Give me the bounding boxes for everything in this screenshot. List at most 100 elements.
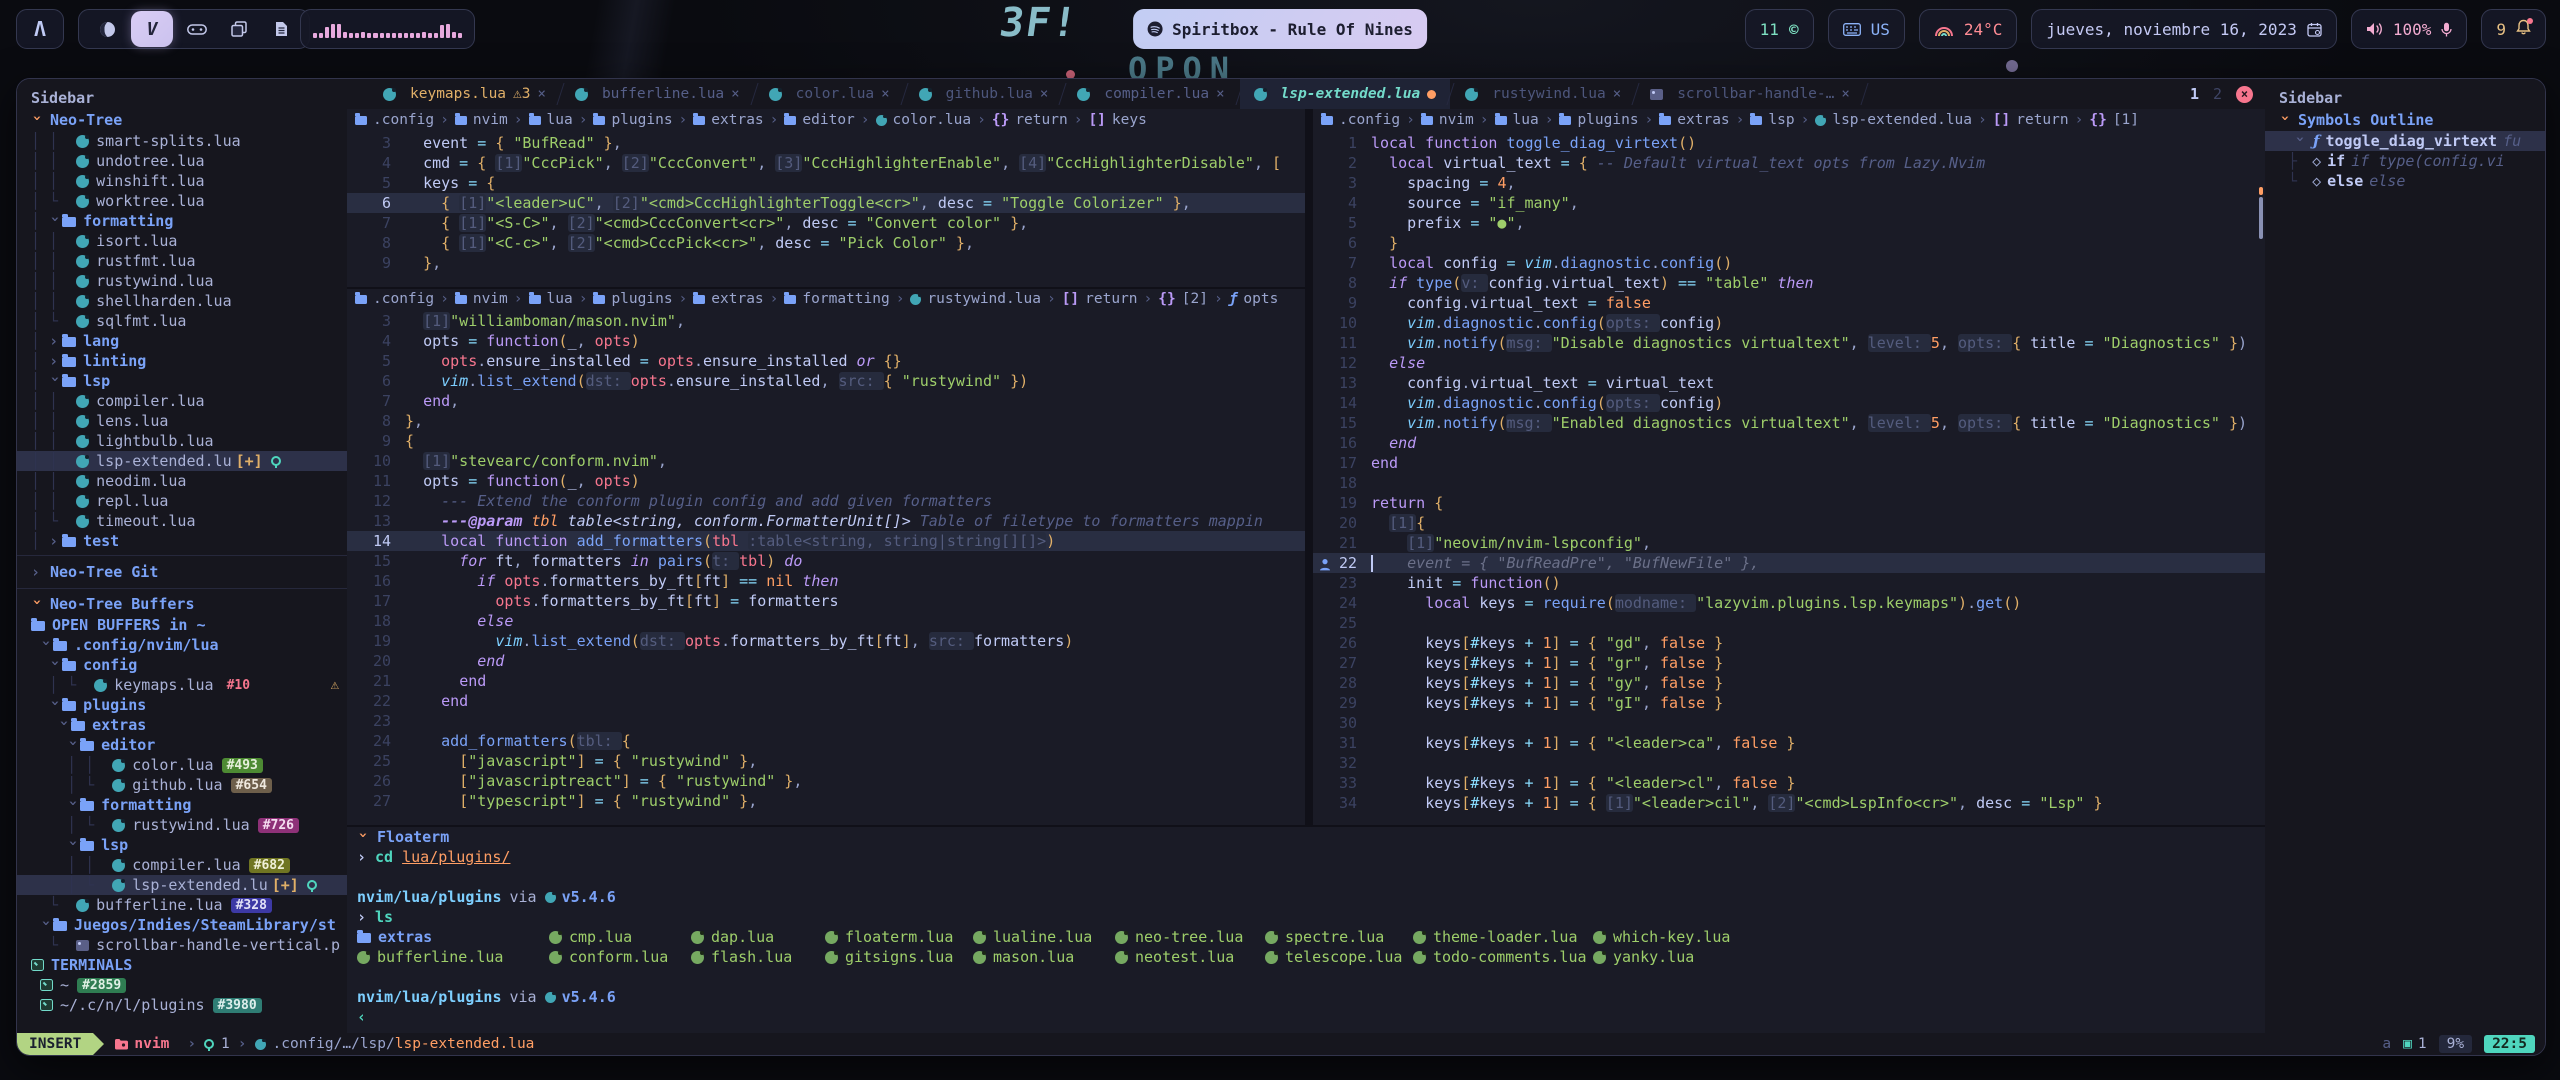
code-line[interactable]: 26 keys[#keys + 1] = { "gd", false } [1313,633,2265,653]
tab-keymaps-lua[interactable]: keymaps.lua⚠3× [369,79,560,109]
breadcrumb-item[interactable]: plugins [611,112,672,128]
workspace-firefox[interactable] [89,13,125,45]
tree-item[interactable]: │ └ rustywind.lua#726 [17,815,347,835]
breadcrumb-item[interactable]: lsp-extended.lua [1832,112,1972,128]
media-player-widget[interactable]: Spiritbox - Rule Of Nines [1133,9,1427,49]
code-line[interactable]: 22 event = { "BufReadPre", "BufNewFile" … [1313,553,2265,573]
breadcrumb-item[interactable]: lua [547,291,573,307]
tab-page-other[interactable]: 2 [2213,85,2222,103]
code-line[interactable]: 33 keys[#keys + 1] = { "<leader>cl", fal… [1313,773,2265,793]
code-line[interactable]: 2 local virtual_text = { -- Default virt… [1313,153,2265,173]
tree-item[interactable]: │ │ winshift.lua [17,171,347,191]
code-line[interactable]: 23 init = function() [1313,573,2265,593]
breadcrumb-item[interactable]: nvim [1439,112,1474,128]
code-line[interactable]: 5 opts.ensure_installed = opts.ensure_in… [347,351,1305,371]
breadcrumb-item[interactable]: plugins [1577,112,1638,128]
breadcrumb-item[interactable]: .config [1339,112,1400,128]
breadcrumb-item[interactable]: lsp [1768,112,1794,128]
breadcrumb-item[interactable]: extras [1677,112,1729,128]
breadcrumb-item[interactable]: keys [1112,112,1147,128]
code-line[interactable]: 6 } [1313,233,2265,253]
breadcrumb-item[interactable]: .config [373,112,434,128]
code-line[interactable]: 8}, [347,411,1305,431]
tree-item[interactable]: │ ›lang [17,331,347,351]
code-line[interactable]: 30 [1313,713,2265,733]
ls-entry[interactable]: floaterm.lua [825,928,973,946]
code-line[interactable]: 3 event = { "BufRead" }, [347,133,1305,153]
tree-item[interactable]: │ │ lightbulb.lua [17,431,347,451]
breadcrumb-item[interactable]: extras [711,112,763,128]
breadcrumb-item[interactable]: return [1015,112,1067,128]
tab-compiler-lua[interactable]: compiler.lua× [1063,79,1238,109]
close-tab-icon[interactable]: × [538,86,546,102]
tab-github-lua[interactable]: github.lua× [905,79,1063,109]
ls-entry[interactable]: neotest.lua [1115,948,1265,966]
close-tab-icon[interactable]: × [1040,86,1048,102]
code-line[interactable]: 11 opts = function(_, opts) [347,471,1305,491]
neotree-section-header[interactable]: › Neo-Tree [17,109,347,131]
tree-item[interactable]: │ │ smart-splits.lua [17,131,347,151]
code-line[interactable]: 15 for ft, formatters in pairs(t: tbl) d… [347,551,1305,571]
tree-item[interactable]: └ scrollbar-handle-vertical.p [17,935,347,955]
code-line[interactable]: 32 [1313,753,2265,773]
workspace-windows[interactable] [221,13,257,45]
breadcrumb-item[interactable]: editor [802,112,854,128]
keyboard-layout-widget[interactable]: US [1828,9,1905,49]
close-tab-icon[interactable]: × [1841,86,1849,102]
code-line[interactable]: 24 add_formatters(tbl: { [347,731,1305,751]
tab-lsp-extended-lua[interactable]: lsp-extended.lua [1240,79,1451,109]
breadcrumb-item[interactable]: formatting [802,291,889,307]
ls-entry[interactable]: conform.lua [549,948,691,966]
close-tab-icon[interactable]: × [731,86,739,102]
breadcrumb-item[interactable]: nvim [473,112,508,128]
code-line[interactable]: 13 ---@param tbl table<string, conform.F… [347,511,1305,531]
code-line[interactable]: 17end [1313,453,2265,473]
code-line[interactable]: 23 [347,711,1305,731]
code-line[interactable]: 7 end, [347,391,1305,411]
code-line[interactable]: 21 end [347,671,1305,691]
editor-pane-lsp-extended[interactable]: 1local function toggle_diag_virtext()2 l… [1313,133,2265,815]
tree-item[interactable]: │ │ rustfmt.lua [17,251,347,271]
code-line[interactable]: 11 vim.notify(msg: "Disable diagnostics … [1313,333,2265,353]
tree-item[interactable]: ~#2859 [17,975,347,995]
code-line[interactable]: 1local function toggle_diag_virtext() [1313,133,2265,153]
outline-header[interactable]: › Symbols Outline [2265,109,2545,131]
notifications-widget[interactable]: 9 [2481,9,2546,49]
breadcrumb-item[interactable]: .config [373,291,434,307]
code-line[interactable]: 6 { [1]"<leader>uC", [2]"<cmd>CccHighlig… [347,193,1305,213]
tree-item[interactable]: ›Juegos/Indies/SteamLibrary/st [17,915,347,935]
neotree-git-header[interactable]: › Neo-Tree Git [17,560,347,584]
breadcrumb-item[interactable]: plugins [611,291,672,307]
outline-item[interactable]: ├ ◇ifif type(config.vi [2265,151,2545,171]
breadcrumb-item[interactable]: color.lua [893,112,972,128]
close-tab-icon[interactable]: × [1216,86,1224,102]
tree-item[interactable]: │ └ timeout.lua [17,511,347,531]
code-line[interactable]: 21 [1]"neovim/nvim-lspconfig", [1313,533,2265,553]
audio-widget[interactable]: 100% [2351,9,2468,49]
code-line[interactable]: 12 --- Extend the conform plugin config … [347,491,1305,511]
tree-item[interactable]: ›extras [17,715,347,735]
outline-item[interactable]: └ ◇elseelse [2265,171,2545,191]
tree-item[interactable]: OPEN BUFFERS in ~ [17,615,347,635]
code-line[interactable]: 10 [1]"stevearc/conform.nvim", [347,451,1305,471]
code-line[interactable]: 19return { [1313,493,2265,513]
code-line[interactable]: 17 opts.formatters_by_ft[ft] = formatter… [347,591,1305,611]
outline-item[interactable]: ›ƒtoggle_diag_virtextfu [2265,131,2545,151]
breadcrumb-item[interactable]: opts [1243,291,1278,307]
tree-item[interactable]: │ └ sqlfmt.lua [17,311,347,331]
ls-entry[interactable]: which-key.lua [1593,928,2265,946]
tab-page-current[interactable]: 1 [2190,85,2199,103]
code-line[interactable]: 4 opts = function(_, opts) [347,331,1305,351]
tree-item[interactable]: │ │ repl.lua [17,491,347,511]
tree-item[interactable]: │ ›formatting [17,211,347,231]
code-line[interactable]: 8 { [1]"<C-c>", [2]"<cmd>CccPick<cr>", d… [347,233,1305,253]
tree-item[interactable]: │ │ shellharden.lua [17,291,347,311]
code-line[interactable]: 5 keys = { [347,173,1305,193]
ls-entry[interactable]: gitsigns.lua [825,948,973,966]
breadcrumb-item[interactable]: nvim [473,291,508,307]
breadcrumb-item[interactable]: lua [1513,112,1539,128]
workspace-switcher[interactable]: V [78,9,310,49]
ls-entry[interactable]: theme-loader.lua [1413,928,1593,946]
breadcrumb-item[interactable]: [2] [1182,291,1208,307]
ls-entry[interactable]: telescope.lua [1265,948,1413,966]
